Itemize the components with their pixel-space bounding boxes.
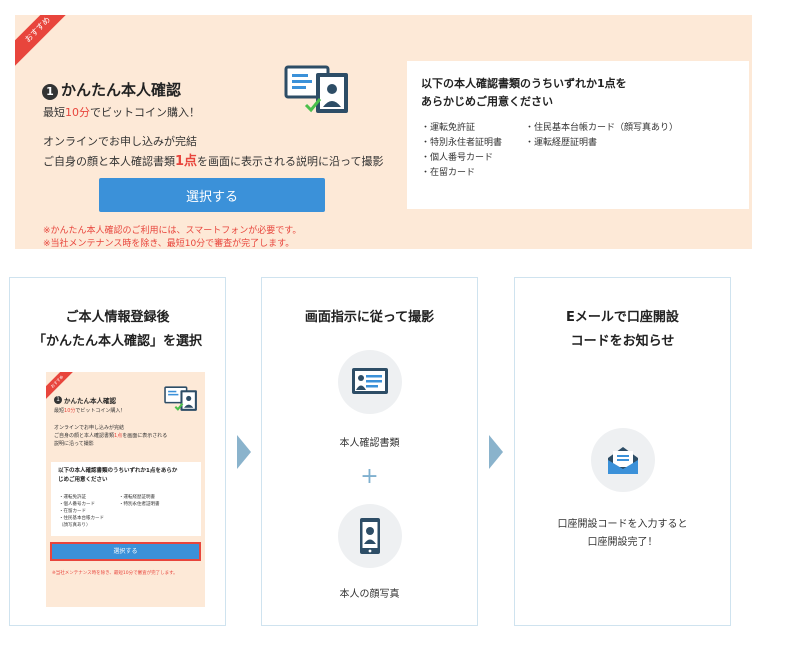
recommended-ribbon: おすすめ <box>15 15 75 67</box>
step-card-select: ご本人情報登録後 「かんたん本人確認」を選択 おすすめ 1 かんたん本人確認 最… <box>9 277 226 626</box>
list-item: ・運転経歴証明書 <box>119 495 155 500</box>
step-card-photo: 画面指示に従って撮影 本人確認書類 + 本人の顔写真 <box>261 277 478 626</box>
list-item: ・特別永住者証明書 <box>119 502 160 507</box>
panel-desc-line2: ご自身の顔と本人確認書類1点を画面に表示される説明に沿って撮影 <box>43 154 384 169</box>
thumb-notice: ※当社メンテナンス時を除き、最短10分で審査が完了します。 <box>52 571 178 576</box>
select-easy-verification-button[interactable]: 選択する <box>99 178 325 212</box>
step-card-email: Eメールで口座開設 コードをお知らせ 口座開設コードを入力すると 口座開設完了！ <box>514 277 731 626</box>
thumb-list-left: ・運転免許証 ・個人番号カード ・在留カード ・住民基本台帳カード （顔写真あり… <box>59 494 104 529</box>
mail-open-icon <box>591 428 655 492</box>
panel-desc-line1: オンラインでお申し込みが完結 <box>43 135 197 148</box>
list-item: ・運転免許証 <box>421 123 476 133</box>
list-item: ・在留カード <box>59 509 86 514</box>
step-number-badge: 1 <box>42 84 58 100</box>
list-item: ・個人番号カード <box>59 502 95 507</box>
thumb-desc2: ご自身の顔と本人確認書類1点を画面に表示される <box>54 433 168 439</box>
list-item: ・運転経歴証明書 <box>525 138 598 148</box>
thumb-documents-box: 以下の本人確認書類のうちいずれか1点をあらか じめご用意ください ・運転免許証 … <box>51 462 201 536</box>
id-card-check-icon <box>164 386 200 416</box>
label-face-photo: 本人の顔写真 <box>339 589 400 600</box>
thumb-documents-heading: 以下の本人確認書類のうちいずれか1点をあらか じめご用意ください <box>58 468 178 483</box>
documents-list-right: ・住民基本台帳カード（顔写真あり） ・運転経歴証明書 <box>525 121 678 151</box>
thumb-desc1: オンラインでお申し込みが完結 <box>54 425 125 431</box>
step-title-line1: Eメールで口座開設 <box>566 310 679 325</box>
step-arrow-icon <box>237 435 251 469</box>
list-item: （顔写真あり） <box>59 523 91 528</box>
panel-title: かんたん本人確認 <box>61 81 182 99</box>
notice-smartphone: ※かんたん本人確認のご利用には、スマートフォンが必要です。 <box>43 226 302 236</box>
step-number-badge: 1 <box>54 396 62 404</box>
list-item: ・運転免許証 <box>59 495 86 500</box>
documents-heading: 以下の本人確認書類のうちいずれか1点を あらかじめご用意ください <box>421 77 627 108</box>
thumb-select-button: 選択する <box>50 542 201 561</box>
id-card-check-icon <box>284 65 354 119</box>
list-item: ・住民基本台帳カード <box>59 516 104 521</box>
easy-verification-panel: おすすめ 1 かんたん本人確認 最短10分でビットコイン購入！ オンラインでお申… <box>15 15 752 249</box>
smartphone-selfie-icon <box>338 504 402 568</box>
list-item: ・個人番号カード <box>421 153 494 163</box>
id-card-icon <box>338 350 402 414</box>
panel-subtitle: 最短10分でビットコイン購入！ <box>43 106 200 119</box>
thumb-list-right: ・運転経歴証明書 ・特別永住者証明書 <box>119 494 160 508</box>
notice-review-time: ※当社メンテナンス時を除き、最短10分で審査が完了します。 <box>43 239 295 249</box>
screen-preview-thumbnail: おすすめ 1 かんたん本人確認 最短10分でビットコイン購入！ オンラインでお申… <box>46 372 205 607</box>
list-item: ・住民基本台帳カード（顔写真あり） <box>525 123 679 133</box>
step-title-line1: 画面指示に従って撮影 <box>304 310 435 325</box>
step-arrow-icon <box>489 435 503 469</box>
thumb-title: かんたん本人確認 <box>64 397 116 405</box>
documents-list-left: ・運転免許証 ・特別永住者証明書 ・個人番号カード ・在留カード <box>421 121 502 181</box>
step-title-line1: ご本人情報登録後 <box>65 310 170 325</box>
label-enter-code: 口座開設コードを入力すると <box>557 519 688 530</box>
label-id-document: 本人確認書類 <box>339 438 400 449</box>
thumb-desc3: 説明に沿って撮影 <box>54 441 94 447</box>
list-item: ・特別永住者証明書 <box>421 138 503 148</box>
required-documents-box: 以下の本人確認書類のうちいずれか1点を あらかじめご用意ください ・運転免許証 … <box>407 61 749 209</box>
list-item: ・在留カード <box>421 168 476 178</box>
thumb-subtitle: 最短10分でビットコイン購入！ <box>54 408 126 414</box>
step-title-line2: コードをお知らせ <box>570 334 675 349</box>
label-account-complete: 口座開設完了！ <box>587 537 658 548</box>
plus-sign: + <box>360 464 379 489</box>
step-title-line2: 「かんたん本人確認」を選択 <box>32 334 202 349</box>
